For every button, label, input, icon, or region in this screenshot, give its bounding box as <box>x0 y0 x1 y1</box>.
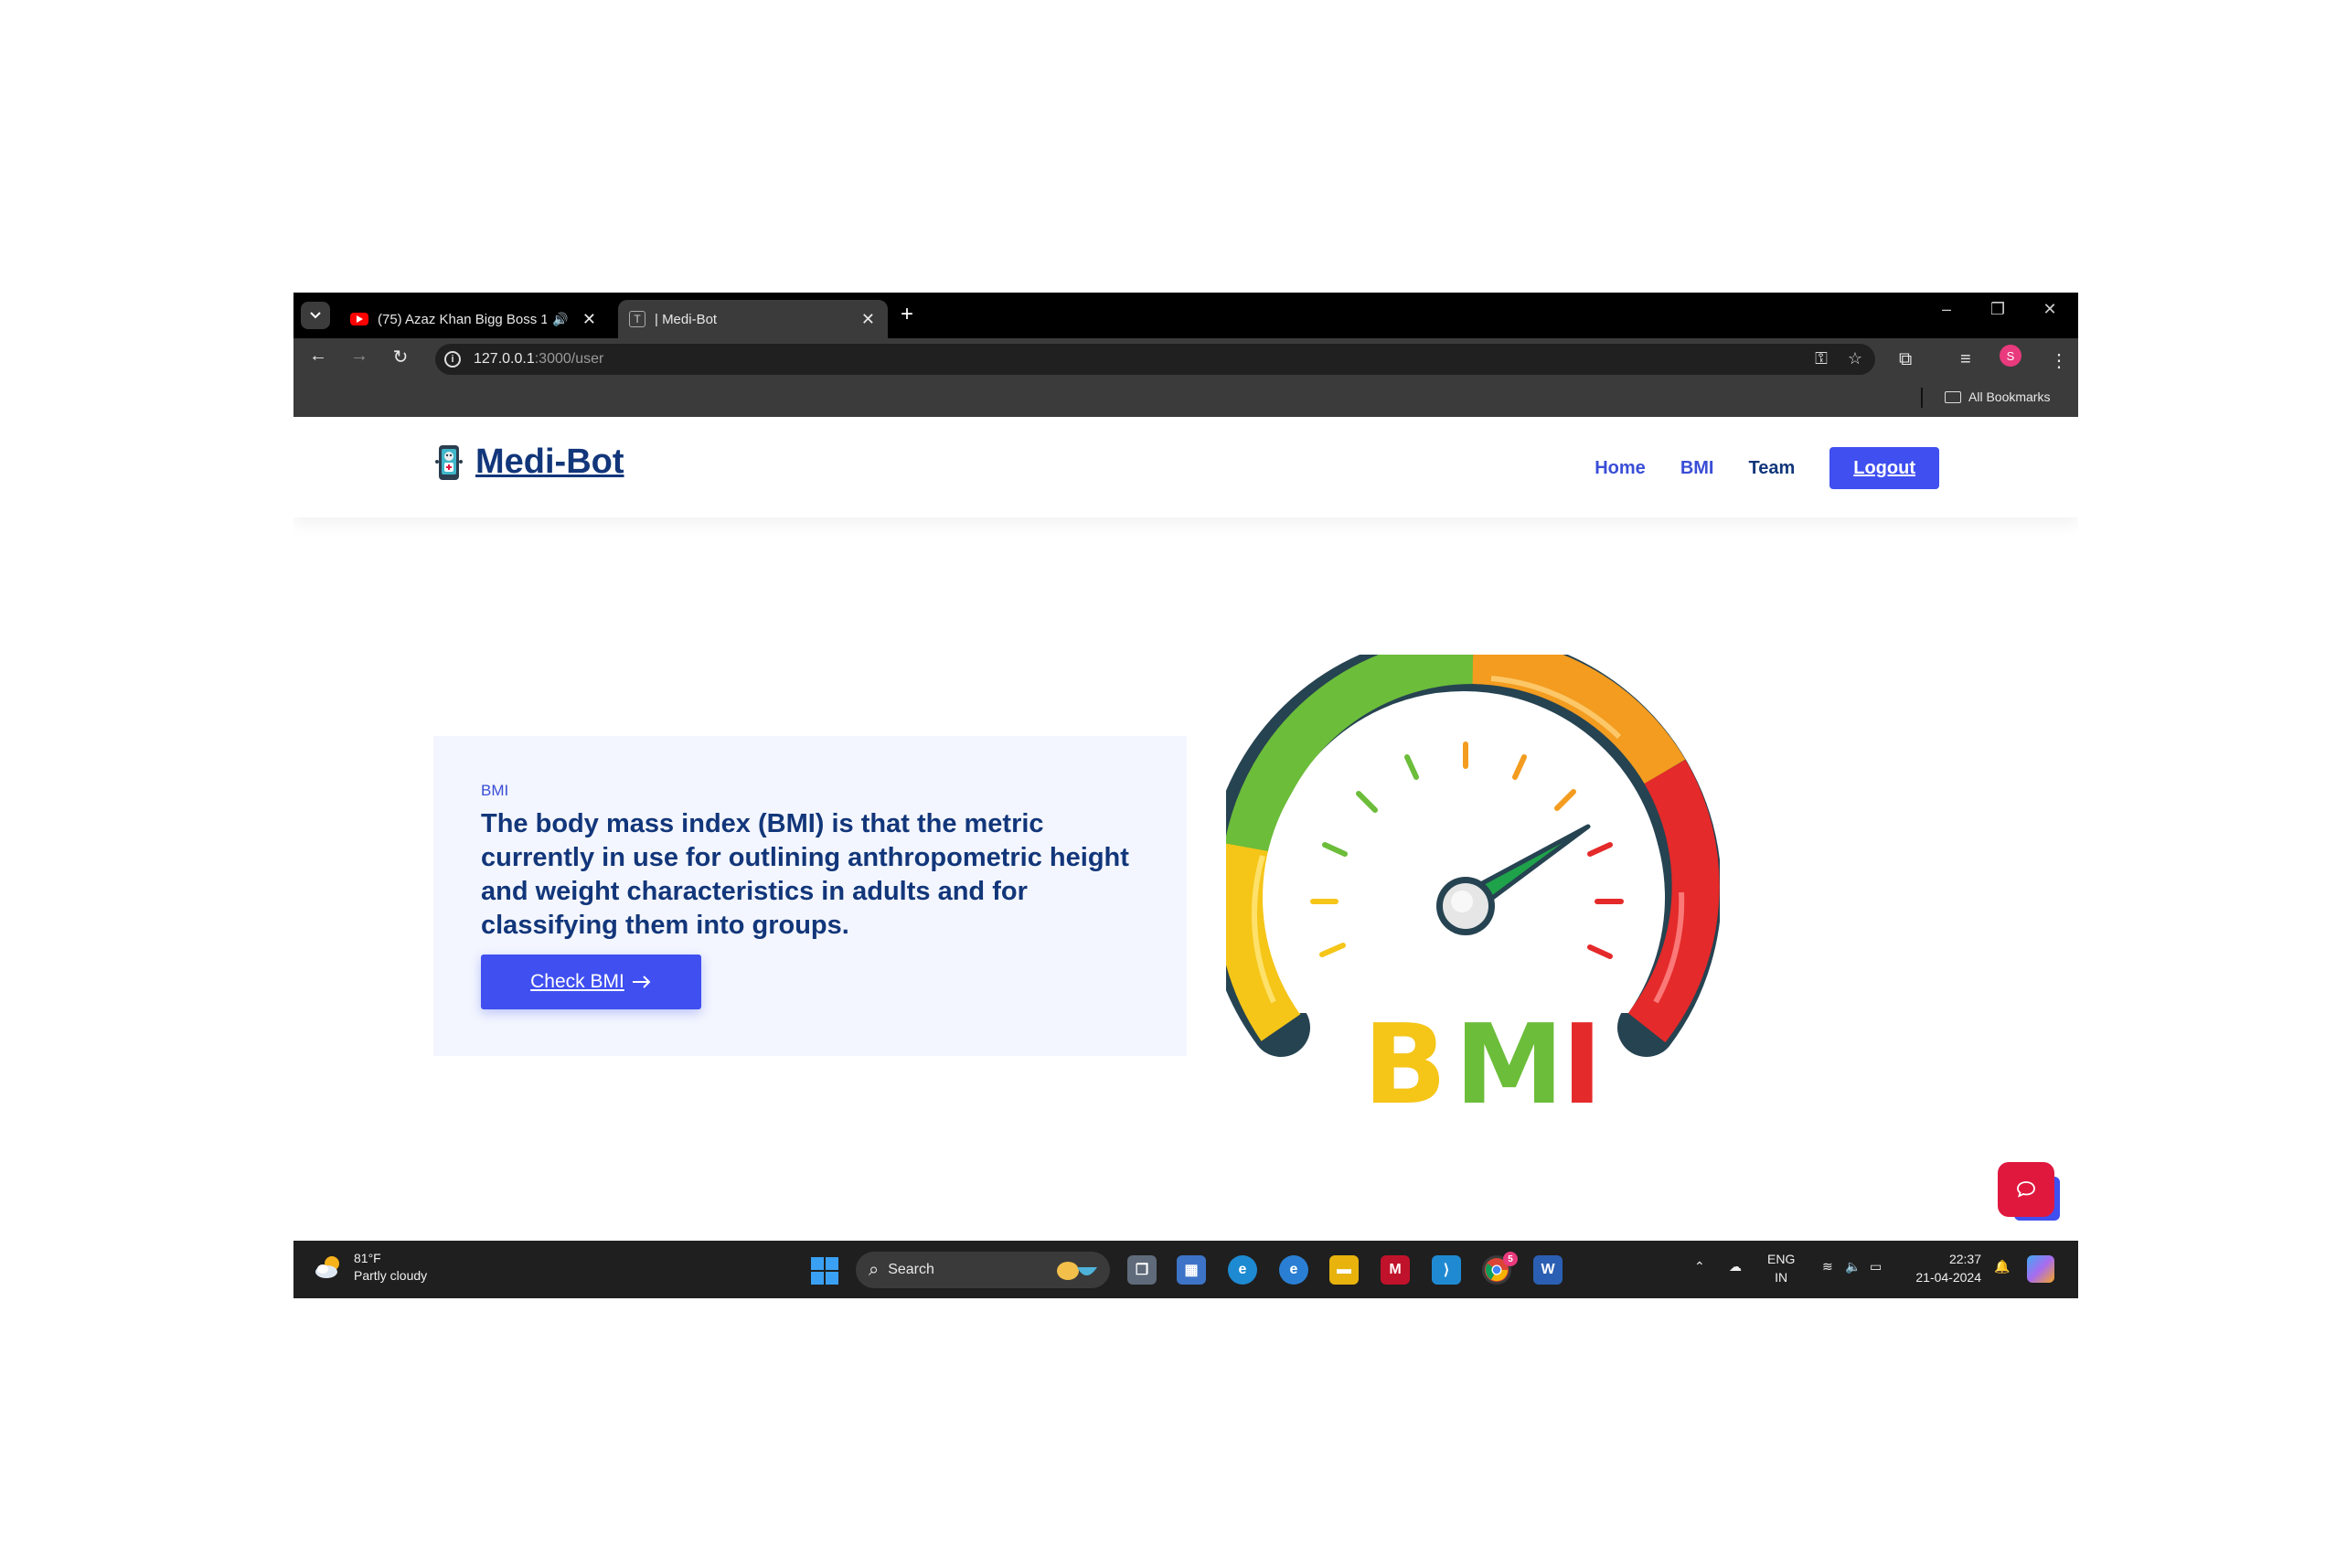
check-bmi-button[interactable]: Check BMI <box>481 955 701 1009</box>
bmi-gauge-illustration: B M I <box>1226 655 1720 1129</box>
vscode-icon[interactable]: ⟩ <box>1432 1255 1461 1285</box>
volume-icon[interactable]: 🔈 <box>1845 1259 1861 1275</box>
nav-bmi-link[interactable]: BMI <box>1680 458 1714 479</box>
microsoft-store-icon[interactable]: ▦ <box>1177 1255 1206 1285</box>
close-tab-icon[interactable]: ✕ <box>861 310 875 329</box>
taskbar-search[interactable]: ⌕ Search <box>856 1252 1110 1288</box>
chevron-down-icon <box>310 312 321 319</box>
windows-taskbar: 81°F Partly cloudy ⌕ Search ❐ ▦ e e ▬ M … <box>293 1241 2078 1298</box>
onedrive-cloud-icon[interactable]: ☁ <box>1729 1259 1742 1275</box>
file-explorer-icon[interactable]: ▬ <box>1329 1255 1359 1285</box>
search-icon: ⌕ <box>869 1259 880 1280</box>
windows-start-icon[interactable] <box>811 1257 838 1285</box>
mcafee-icon[interactable]: M <box>1381 1255 1410 1285</box>
clock-date: 21-04-2024 <box>1915 1270 1981 1285</box>
media-controls-icon[interactable]: ≡ <box>1960 349 1971 370</box>
forward-arrow-icon[interactable]: → <box>346 346 373 367</box>
lang-region: IN <box>1775 1270 1788 1285</box>
weather-widget[interactable]: 81°F Partly cloudy <box>314 1250 427 1285</box>
robot-doctor-icon <box>435 444 463 480</box>
profile-avatar[interactable]: S <box>2000 345 2021 367</box>
hero-card: BMI The body mass index (BMI) is that th… <box>433 736 1187 1056</box>
task-view-icon[interactable]: ❐ <box>1127 1255 1157 1285</box>
speaker-icon[interactable]: 🔊 <box>552 312 568 327</box>
site-info-icon[interactable]: i <box>444 351 461 368</box>
show-hidden-icons-chevron-icon[interactable]: ⌃ <box>1694 1259 1705 1275</box>
all-bookmarks-label: All Bookmarks <box>1968 389 2051 404</box>
restore-icon[interactable]: ❐ <box>1981 300 2014 319</box>
weather-desc: Partly cloudy <box>354 1268 428 1283</box>
gauge-letter-b: B <box>1363 1002 1446 1129</box>
wifi-icon[interactable]: ≋ <box>1822 1259 1833 1275</box>
clock-time: 22:37 <box>1948 1252 1981 1266</box>
internet-explorer-icon[interactable]: e <box>1279 1255 1308 1285</box>
site-nav: Home BMI Team Logout <box>1560 447 1939 489</box>
close-tab-icon[interactable]: ✕ <box>582 310 596 329</box>
tab-search-button[interactable] <box>301 302 330 329</box>
divider <box>1921 388 1923 408</box>
tab-title: | Medi-Bot <box>655 311 718 327</box>
star-icon[interactable]: ☆ <box>1848 349 1862 368</box>
hero-kicker: BMI <box>481 782 509 799</box>
nav-team-link[interactable]: Team <box>1748 458 1795 479</box>
tab-title: (75) Azaz Khan Bigg Boss 1 <box>378 311 547 327</box>
minimize-icon[interactable]: – <box>1930 300 1963 319</box>
brand-name: Medi-Bot <box>475 443 624 481</box>
check-bmi-label: Check BMI <box>530 971 624 992</box>
screen: (75) Azaz Khan Bigg Boss 1 🔊 ✕ T | Medi-… <box>293 293 2078 1298</box>
menu-dots-icon[interactable]: ⋮ <box>2050 349 2068 372</box>
lang-code: ENG <box>1767 1252 1796 1266</box>
partly-cloudy-icon <box>315 1256 339 1278</box>
system-clock[interactable]: 22:37 21-04-2024 <box>1908 1250 1981 1286</box>
address-bar[interactable]: i 127.0.0.1:3000/user ⚿ ☆ <box>435 344 1875 375</box>
copilot-icon[interactable] <box>2027 1255 2054 1283</box>
search-highlight-icon <box>1057 1262 1097 1280</box>
edge-icon[interactable]: e <box>1228 1255 1257 1285</box>
nav-home-link[interactable]: Home <box>1595 458 1646 479</box>
extensions-icon[interactable]: ⧉ <box>1899 349 1912 370</box>
browser-tab-bar: (75) Azaz Khan Bigg Boss 1 🔊 ✕ T | Medi-… <box>293 293 2078 338</box>
notification-bell-icon[interactable]: 🔔 <box>1994 1259 2010 1275</box>
tab-medibot[interactable]: T | Medi-Bot ✕ <box>618 300 888 338</box>
reload-icon[interactable]: ↻ <box>387 346 414 368</box>
chat-button[interactable] <box>1998 1162 2060 1221</box>
folder-icon <box>1945 390 1961 403</box>
close-window-icon[interactable]: ✕ <box>2033 300 2066 319</box>
t-icon: T <box>629 311 645 327</box>
battery-icon[interactable]: ▭ <box>1870 1259 1882 1275</box>
language-indicator[interactable]: ENG IN <box>1767 1250 1795 1286</box>
arrow-right-icon <box>632 976 651 988</box>
chrome-notification-badge: 5 <box>1503 1252 1518 1266</box>
weather-temp: 81°F <box>354 1251 381 1265</box>
new-tab-button[interactable]: + <box>901 304 913 325</box>
browser-toolbar: ← → ↻ i 127.0.0.1:3000/user ⚿ ☆ ⧉ ≡ ⋮ <box>293 338 2078 379</box>
brand-logo-link[interactable]: Medi-Bot <box>435 443 624 482</box>
gauge-letter-i: I <box>1562 1002 1603 1129</box>
page-content: Medi-Bot Home BMI Team Logout BMI The bo… <box>293 417 2078 1241</box>
youtube-icon <box>350 313 368 325</box>
all-bookmarks-button[interactable]: All Bookmarks <box>1945 389 2050 404</box>
search-label: Search <box>888 1262 934 1277</box>
tab-youtube[interactable]: (75) Azaz Khan Bigg Boss 1 🔊 ✕ <box>339 300 609 338</box>
logout-button[interactable]: Logout <box>1829 447 1939 489</box>
chat-bubble-icon <box>1998 1162 2054 1217</box>
gauge-letter-m: M <box>1455 1002 1563 1129</box>
back-arrow-icon[interactable]: ← <box>304 346 332 367</box>
bookmarks-bar: All Bookmarks <box>293 379 2078 417</box>
url-text: 127.0.0.1:3000/user <box>474 351 604 367</box>
hero-headline: The body mass index (BMI) is that the me… <box>481 809 1129 940</box>
word-icon[interactable]: W <box>1533 1255 1563 1285</box>
site-navbar: Medi-Bot Home BMI Team Logout <box>293 417 2078 517</box>
key-icon[interactable]: ⚿ <box>1815 349 1828 368</box>
